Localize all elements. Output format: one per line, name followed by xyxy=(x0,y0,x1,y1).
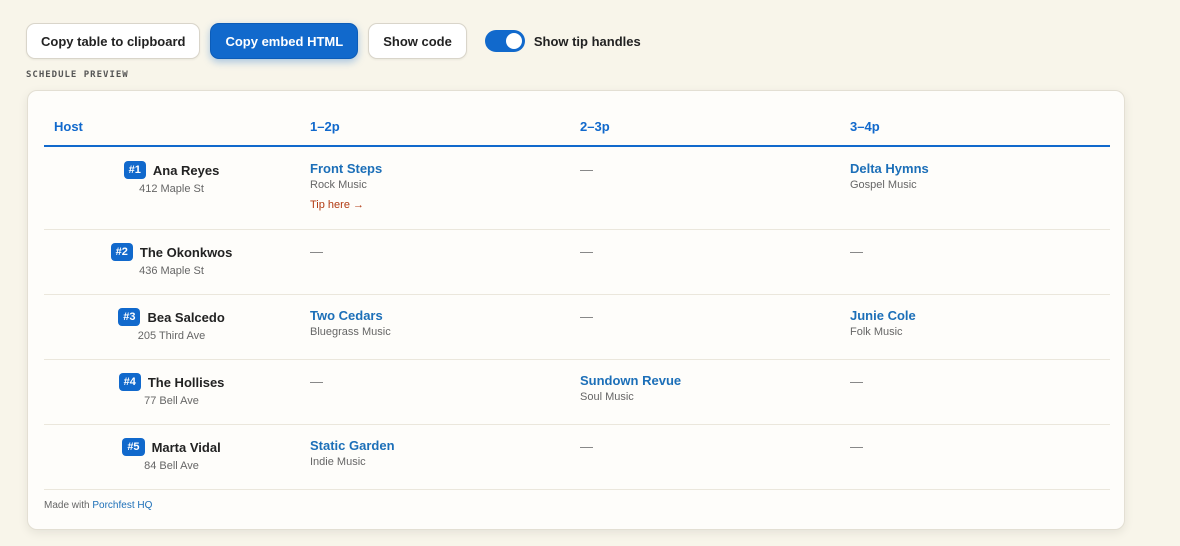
slot-cell: Sundown Revue Soul Music xyxy=(580,373,840,403)
host-name: Ana Reyes xyxy=(152,162,220,178)
empty-slot-dash: — xyxy=(580,244,593,259)
copy-embed-button[interactable]: Copy embed HTML xyxy=(210,23,359,59)
slot-cell: Delta Hymns Gospel Music xyxy=(850,161,1110,191)
slot-cell: — xyxy=(310,243,570,261)
slot-cell: — xyxy=(580,243,840,261)
empty-slot-dash: — xyxy=(580,439,593,454)
empty-slot-dash: — xyxy=(310,374,323,389)
empty-slot-dash: — xyxy=(580,162,593,177)
slot-cell: — xyxy=(850,243,1110,261)
tip-handle-link[interactable]: Tip here → xyxy=(310,199,364,211)
act-genre: Rock Music xyxy=(310,179,367,191)
host-number-badge: #1 xyxy=(123,161,146,179)
table-header: Host 1–2p 2–3p 3–4p xyxy=(44,91,1110,147)
act-genre: Indie Music xyxy=(310,456,366,468)
slot-cell: Two Cedars Bluegrass Music xyxy=(310,308,570,338)
empty-slot-dash: — xyxy=(310,244,323,259)
table-row: #5 Marta Vidal 84 Bell Ave Static Garden Ind… xyxy=(44,425,1110,490)
empty-slot-dash: — xyxy=(850,244,863,259)
slot-cell: Front Steps Rock Music Tip here → xyxy=(310,161,570,213)
section-label: SCHEDULE PREVIEW xyxy=(26,70,129,80)
header-slot-2: 2–3p xyxy=(580,119,610,134)
host-cell: #1 Ana Reyes 412 Maple St xyxy=(44,161,299,195)
host-address: 412 Maple St xyxy=(139,183,204,195)
toggle-label: Show tip handles xyxy=(533,33,641,49)
host-name: Bea Salcedo xyxy=(147,309,225,325)
tip-handles-toggle-group: Show tip handles xyxy=(484,30,641,52)
table-row: #4 The Hollises 77 Bell Ave — Sundown Revue S… xyxy=(44,360,1110,425)
host-cell: #3 Bea Salcedo 205 Third Ave xyxy=(44,308,299,342)
act-name-link[interactable]: Delta Hymns xyxy=(850,161,1110,176)
host-line: #4 The Hollises xyxy=(44,373,299,391)
slot-cell: — xyxy=(850,373,1110,391)
porchfest-link[interactable]: Porchfest HQ xyxy=(92,500,152,511)
schedule-card: Host 1–2p 2–3p 3–4p #1 Ana Reyes 412 Maple… xyxy=(27,90,1125,530)
table-row: #1 Ana Reyes 412 Maple St Front Steps Rock M… xyxy=(44,148,1110,230)
toolbar: Copy table to clipboard Copy embed HTML … xyxy=(26,23,641,59)
host-line: #5 Marta Vidal xyxy=(44,438,299,456)
host-name: Marta Vidal xyxy=(151,439,221,455)
toggle-knob xyxy=(505,33,522,49)
slot-cell: — xyxy=(580,308,840,326)
slot-cell: — xyxy=(850,438,1110,456)
act-genre: Gospel Music xyxy=(850,179,917,191)
table-row: #2 The Okonkwos 436 Maple St — — — xyxy=(44,230,1110,295)
empty-slot-dash: — xyxy=(850,439,863,454)
host-cell: #4 The Hollises 77 Bell Ave xyxy=(44,373,299,407)
host-address: 205 Third Ave xyxy=(137,330,206,342)
act-genre: Bluegrass Music xyxy=(310,326,391,338)
footer-prefix: Made with xyxy=(44,500,93,511)
act-name-link[interactable]: Static Garden xyxy=(310,438,570,453)
host-address: 436 Maple St xyxy=(139,265,204,277)
empty-slot-dash: — xyxy=(580,309,593,324)
slot-cell: — xyxy=(580,161,840,179)
tip-handles-toggle[interactable] xyxy=(484,30,525,52)
host-name: The Hollises xyxy=(147,374,225,390)
show-code-button[interactable]: Show code xyxy=(368,23,467,59)
act-genre: Folk Music xyxy=(850,326,903,338)
copy-table-button[interactable]: Copy table to clipboard xyxy=(26,23,201,59)
slot-cell: Static Garden Indie Music xyxy=(310,438,570,468)
act-name-link[interactable]: Junie Cole xyxy=(850,308,1110,323)
host-number-badge: #2 xyxy=(110,243,133,261)
host-line: #2 The Okonkwos xyxy=(44,243,299,261)
host-number-badge: #4 xyxy=(118,373,141,391)
table-row: #3 Bea Salcedo 205 Third Ave Two Cedars Blue… xyxy=(44,295,1110,360)
host-cell: #5 Marta Vidal 84 Bell Ave xyxy=(44,438,299,472)
header-slot-3: 3–4p xyxy=(850,119,880,134)
act-name-link[interactable]: Front Steps xyxy=(310,161,570,176)
empty-slot-dash: — xyxy=(850,374,863,389)
act-name-link[interactable]: Sundown Revue xyxy=(580,373,840,388)
host-address: 77 Bell Ave xyxy=(144,395,199,407)
header-host: Host xyxy=(54,119,83,134)
host-name: The Okonkwos xyxy=(139,244,233,260)
host-line: #1 Ana Reyes xyxy=(44,161,299,179)
header-slot-1: 1–2p xyxy=(310,119,340,134)
host-line: #3 Bea Salcedo xyxy=(44,308,299,326)
act-name-link[interactable]: Two Cedars xyxy=(310,308,570,323)
act-genre: Soul Music xyxy=(580,391,634,403)
host-number-badge: #5 xyxy=(122,438,145,456)
slot-cell: — xyxy=(310,373,570,391)
host-cell: #2 The Okonkwos 436 Maple St xyxy=(44,243,299,277)
host-number-badge: #3 xyxy=(118,308,141,326)
slot-cell: Junie Cole Folk Music xyxy=(850,308,1110,338)
footer: Made with Porchfest HQ xyxy=(44,500,152,511)
host-address: 84 Bell Ave xyxy=(144,460,199,472)
slot-cell: — xyxy=(580,438,840,456)
